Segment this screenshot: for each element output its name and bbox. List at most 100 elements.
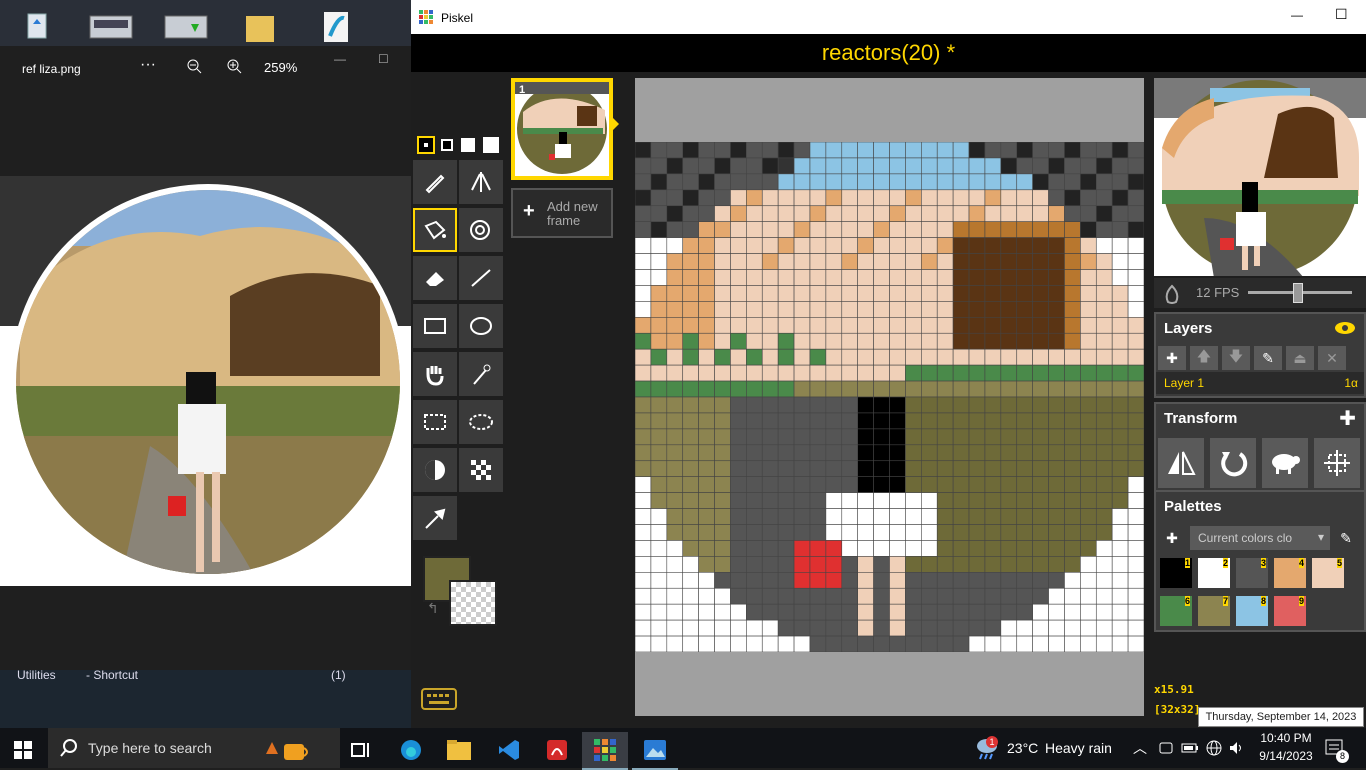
canvas-pixel[interactable] xyxy=(1064,540,1081,557)
canvas-pixel[interactable] xyxy=(714,619,731,637)
canvas-pixel[interactable] xyxy=(1095,301,1113,318)
canvas-pixel[interactable] xyxy=(650,619,668,637)
canvas-pixel[interactable] xyxy=(952,189,970,207)
canvas-pixel[interactable] xyxy=(857,237,874,254)
canvas-pixel[interactable] xyxy=(841,556,858,573)
canvas-pixel[interactable] xyxy=(873,444,890,462)
canvas-pixel[interactable] xyxy=(1032,619,1049,637)
canvas-pixel[interactable] xyxy=(857,587,874,605)
canvas-pixel[interactable] xyxy=(714,173,731,191)
more-icon[interactable]: ··· xyxy=(140,56,156,74)
eye-icon[interactable] xyxy=(1334,320,1356,341)
canvas-pixel[interactable] xyxy=(921,142,938,159)
canvas-pixel[interactable] xyxy=(1048,332,1065,350)
canvas-pixel[interactable] xyxy=(714,524,731,541)
canvas-pixel[interactable] xyxy=(857,253,874,270)
canvas-pixel[interactable] xyxy=(761,619,779,637)
canvas-pixel[interactable] xyxy=(1048,173,1065,191)
palette-swatch[interactable]: 4 xyxy=(1274,558,1306,588)
canvas-pixel[interactable] xyxy=(635,587,652,605)
canvas-pixel[interactable] xyxy=(841,492,858,509)
canvas-pixel[interactable] xyxy=(873,635,890,652)
canvas-pixel[interactable] xyxy=(777,221,795,238)
canvas-pixel[interactable] xyxy=(952,460,970,477)
canvas-pixel[interactable] xyxy=(1111,301,1129,318)
canvas-pixel[interactable] xyxy=(793,619,811,637)
utilities-label[interactable]: Utilities xyxy=(17,668,56,682)
canvas-pixel[interactable] xyxy=(984,412,1002,430)
canvas-pixel[interactable] xyxy=(873,332,890,350)
canvas-pixel[interactable] xyxy=(1064,285,1081,302)
canvas-pixel[interactable] xyxy=(825,508,843,525)
canvas-pixel[interactable] xyxy=(809,444,827,462)
canvas-pixel[interactable] xyxy=(1095,269,1113,286)
canvas-pixel[interactable] xyxy=(809,237,827,254)
canvas-pixel[interactable] xyxy=(936,508,954,525)
canvas-pixel[interactable] xyxy=(889,221,906,238)
canvas-pixel[interactable] xyxy=(793,332,811,350)
canvas-pixel[interactable] xyxy=(1016,460,1033,477)
canvas-pixel[interactable] xyxy=(761,253,779,270)
canvas-pixel[interactable] xyxy=(635,603,652,621)
canvas-pixel[interactable] xyxy=(952,603,970,621)
canvas-pixel[interactable] xyxy=(1095,332,1113,350)
canvas-pixel[interactable] xyxy=(1064,221,1081,238)
canvas-pixel[interactable] xyxy=(984,332,1002,350)
canvas-pixel[interactable] xyxy=(761,524,779,541)
canvas-pixel[interactable] xyxy=(1111,540,1129,557)
canvas-pixel[interactable] xyxy=(825,428,843,446)
canvas-pixel[interactable] xyxy=(714,412,731,430)
minimize-button[interactable]: — xyxy=(334,52,346,66)
canvas-pixel[interactable] xyxy=(793,348,811,366)
canvas-pixel[interactable] xyxy=(761,508,779,525)
canvas-pixel[interactable] xyxy=(666,603,684,621)
canvas-pixel[interactable] xyxy=(809,142,827,159)
canvas-pixel[interactable] xyxy=(952,221,970,238)
canvas-pixel[interactable] xyxy=(1080,301,1097,318)
canvas-pixel[interactable] xyxy=(1064,476,1081,493)
canvas-pixel[interactable] xyxy=(777,301,795,318)
canvas-pixel[interactable] xyxy=(921,619,938,637)
canvas-pixel[interactable] xyxy=(889,603,906,621)
canvas-pixel[interactable] xyxy=(666,317,684,334)
canvas-pixel[interactable] xyxy=(905,412,922,430)
canvas-pixel[interactable] xyxy=(1016,285,1033,302)
canvas-pixel[interactable] xyxy=(746,380,763,398)
canvas-pixel[interactable] xyxy=(761,221,779,238)
canvas-pixel[interactable] xyxy=(1016,269,1033,286)
canvas-pixel[interactable] xyxy=(666,556,684,573)
canvas-pixel[interactable] xyxy=(650,269,668,286)
canvas-pixel[interactable] xyxy=(825,364,843,382)
canvas-pixel[interactable] xyxy=(793,189,811,207)
canvas-pixel[interactable] xyxy=(1095,444,1113,462)
canvas-pixel[interactable] xyxy=(921,556,938,573)
canvas-pixel[interactable] xyxy=(873,572,890,589)
canvas-pixel[interactable] xyxy=(889,635,906,652)
canvas-pixel[interactable] xyxy=(1127,142,1144,159)
canvas-pixel[interactable] xyxy=(1127,301,1144,318)
canvas-pixel[interactable] xyxy=(1000,508,1018,525)
canvas-pixel[interactable] xyxy=(1095,285,1113,302)
task-view-icon[interactable] xyxy=(338,732,384,768)
canvas-pixel[interactable] xyxy=(984,635,1002,652)
canvas-pixel[interactable] xyxy=(1000,189,1018,207)
canvas-pixel[interactable] xyxy=(825,348,843,366)
canvas-pixel[interactable] xyxy=(825,587,843,605)
canvas-pixel[interactable] xyxy=(936,428,954,446)
canvas-pixel[interactable] xyxy=(1032,380,1049,398)
palette-swatch[interactable]: 9 xyxy=(1274,596,1306,626)
canvas-pixel[interactable] xyxy=(730,142,747,159)
scanner-icon[interactable] xyxy=(88,6,133,44)
canvas-pixel[interactable] xyxy=(1048,572,1065,589)
canvas-pixel[interactable] xyxy=(682,301,699,318)
palette-select[interactable]: Current colors clo ▾ xyxy=(1190,526,1330,550)
canvas-pixel[interactable] xyxy=(809,603,827,621)
canvas-pixel[interactable] xyxy=(635,460,652,477)
canvas-pixel[interactable] xyxy=(952,317,970,334)
canvas-pixel[interactable] xyxy=(841,428,858,446)
stroke-tool-icon[interactable] xyxy=(459,256,503,300)
canvas-pixel[interactable] xyxy=(889,476,906,493)
canvas-pixel[interactable] xyxy=(698,587,715,605)
canvas-pixel[interactable] xyxy=(873,237,890,254)
canvas-pixel[interactable] xyxy=(746,301,763,318)
